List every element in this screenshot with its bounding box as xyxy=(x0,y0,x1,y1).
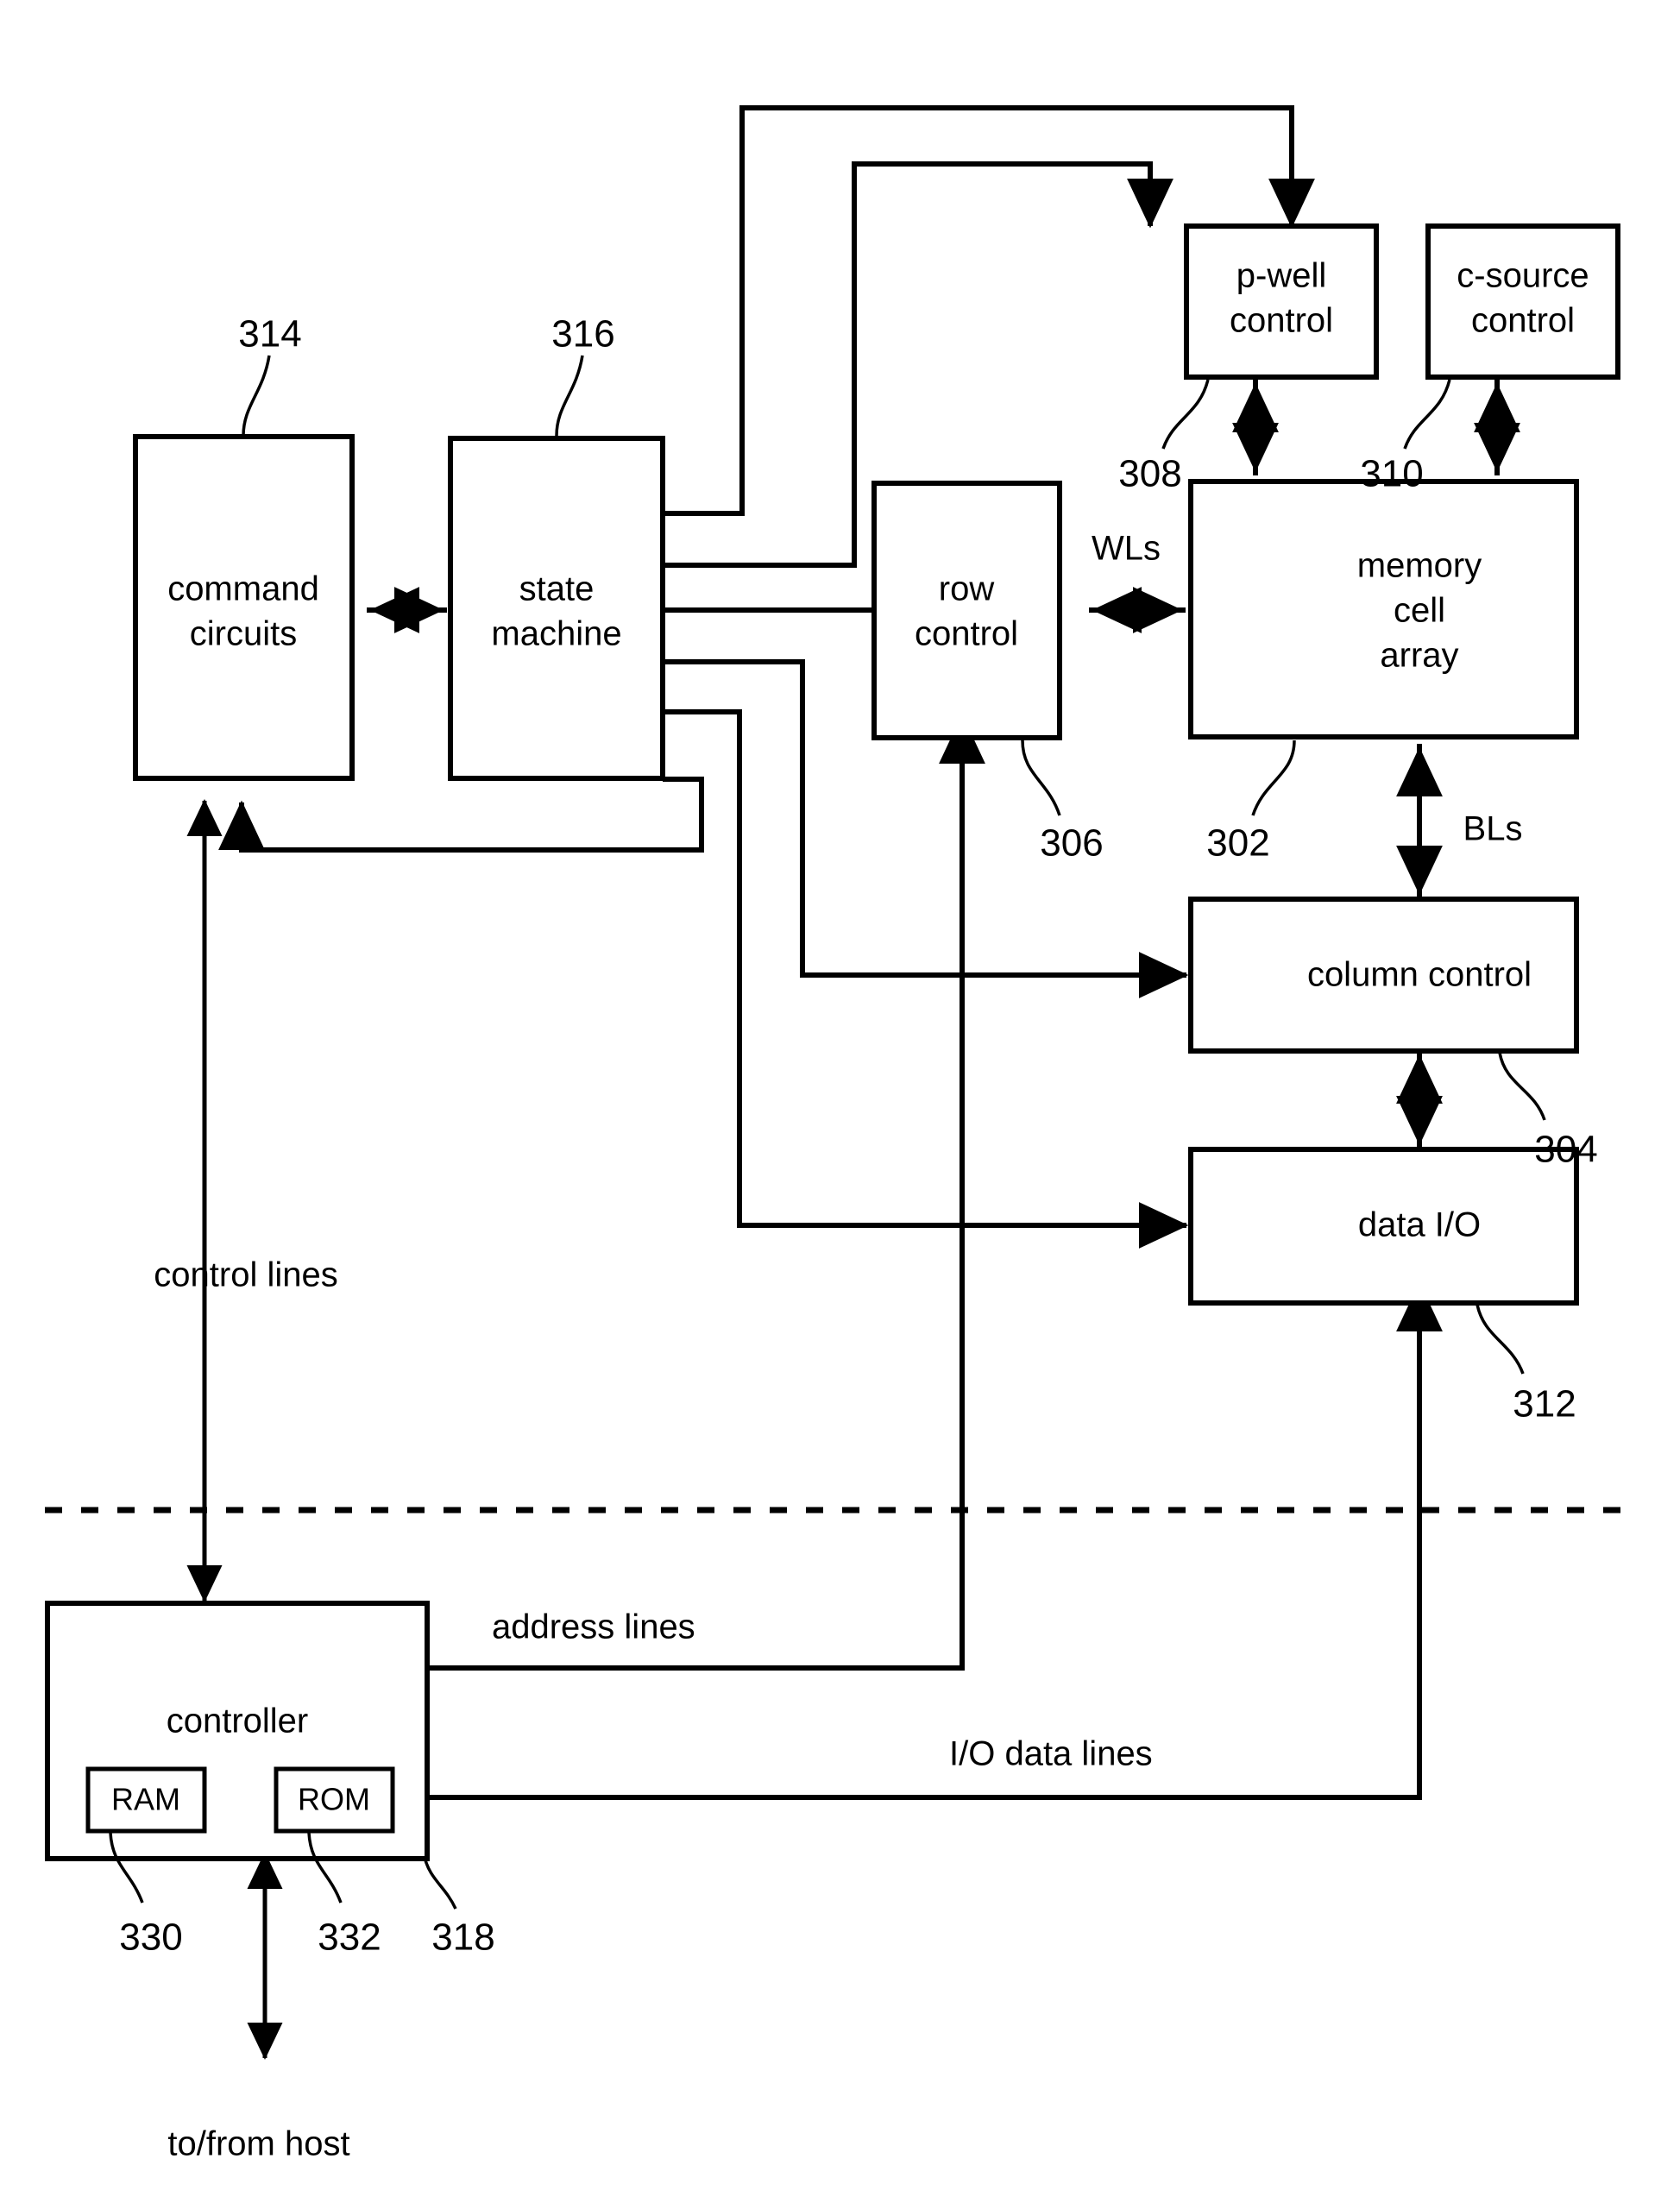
leader-308 xyxy=(1161,379,1210,450)
ref-302: 302 xyxy=(1206,822,1269,865)
label-command-circuits-line1: command xyxy=(167,570,319,608)
label-p-well-control-line1: p-well xyxy=(1236,257,1326,295)
label-state-machine-line2: machine xyxy=(491,615,621,653)
label-command-circuits-line2: circuits xyxy=(190,615,297,653)
leader-306 xyxy=(1021,739,1061,816)
ref-314: 314 xyxy=(238,313,301,356)
block-diagram-svg: command circuits state machine row contr… xyxy=(45,105,1639,2163)
label-control-lines: control lines xyxy=(154,1256,337,1294)
label-state-machine-line1: state xyxy=(519,570,595,608)
label-wls: WLs xyxy=(1092,530,1161,568)
block-memory-cell-array[interactable] xyxy=(1188,479,1579,739)
block-state-machine[interactable] xyxy=(448,436,665,781)
ref-310: 310 xyxy=(1360,453,1423,495)
figure-canvas: command circuits state machine row contr… xyxy=(0,0,1680,2209)
label-row-control-line2: control xyxy=(915,615,1018,653)
leader-310 xyxy=(1403,379,1451,450)
label-memory-cell-array-line1: memory xyxy=(1357,547,1482,585)
label-ram: RAM xyxy=(111,1782,180,1817)
ref-316: 316 xyxy=(551,313,614,356)
label-address-lines: address lines xyxy=(492,1608,695,1646)
leader-314 xyxy=(242,355,271,437)
label-c-source-control-line1: c-source xyxy=(1457,257,1589,295)
label-c-source-control-line2: control xyxy=(1471,302,1575,340)
block-row-control[interactable] xyxy=(871,481,1062,740)
wire-state-machine-feedback-to-command-circuits xyxy=(218,777,704,853)
leader-312 xyxy=(1476,1304,1525,1375)
leader-316 xyxy=(555,355,584,437)
ref-312: 312 xyxy=(1513,1383,1576,1425)
ref-306: 306 xyxy=(1040,822,1103,865)
ref-318: 318 xyxy=(431,1916,494,1959)
label-data-io: data I/O xyxy=(1358,1206,1481,1244)
leader-304 xyxy=(1498,1052,1546,1121)
ref-304: 304 xyxy=(1534,1129,1597,1171)
label-rom: ROM xyxy=(298,1782,370,1817)
label-column-control: column control xyxy=(1307,956,1532,994)
wire-data-io-to-controller-io-data-lines xyxy=(360,1281,1443,1821)
ref-308: 308 xyxy=(1118,453,1181,495)
label-bls: BLs xyxy=(1463,810,1523,848)
leader-318 xyxy=(423,1856,457,1910)
leader-302 xyxy=(1251,739,1296,816)
label-controller: controller xyxy=(167,1702,309,1740)
label-memory-cell-array-line3: array xyxy=(1380,637,1458,675)
ref-332: 332 xyxy=(318,1916,381,1959)
label-io-data-lines: I/O data lines xyxy=(949,1735,1153,1773)
label-row-control-line1: row xyxy=(939,570,995,608)
wire-row-control-to-controller-address-lines xyxy=(360,714,985,1691)
wire-state-machine-to-data-io xyxy=(663,709,1189,1249)
label-to-from-host: to/from host xyxy=(167,2125,349,2163)
ref-330: 330 xyxy=(119,1916,182,1959)
label-memory-cell-array-line2: cell xyxy=(1394,592,1445,630)
label-p-well-control-line2: control xyxy=(1230,302,1333,340)
